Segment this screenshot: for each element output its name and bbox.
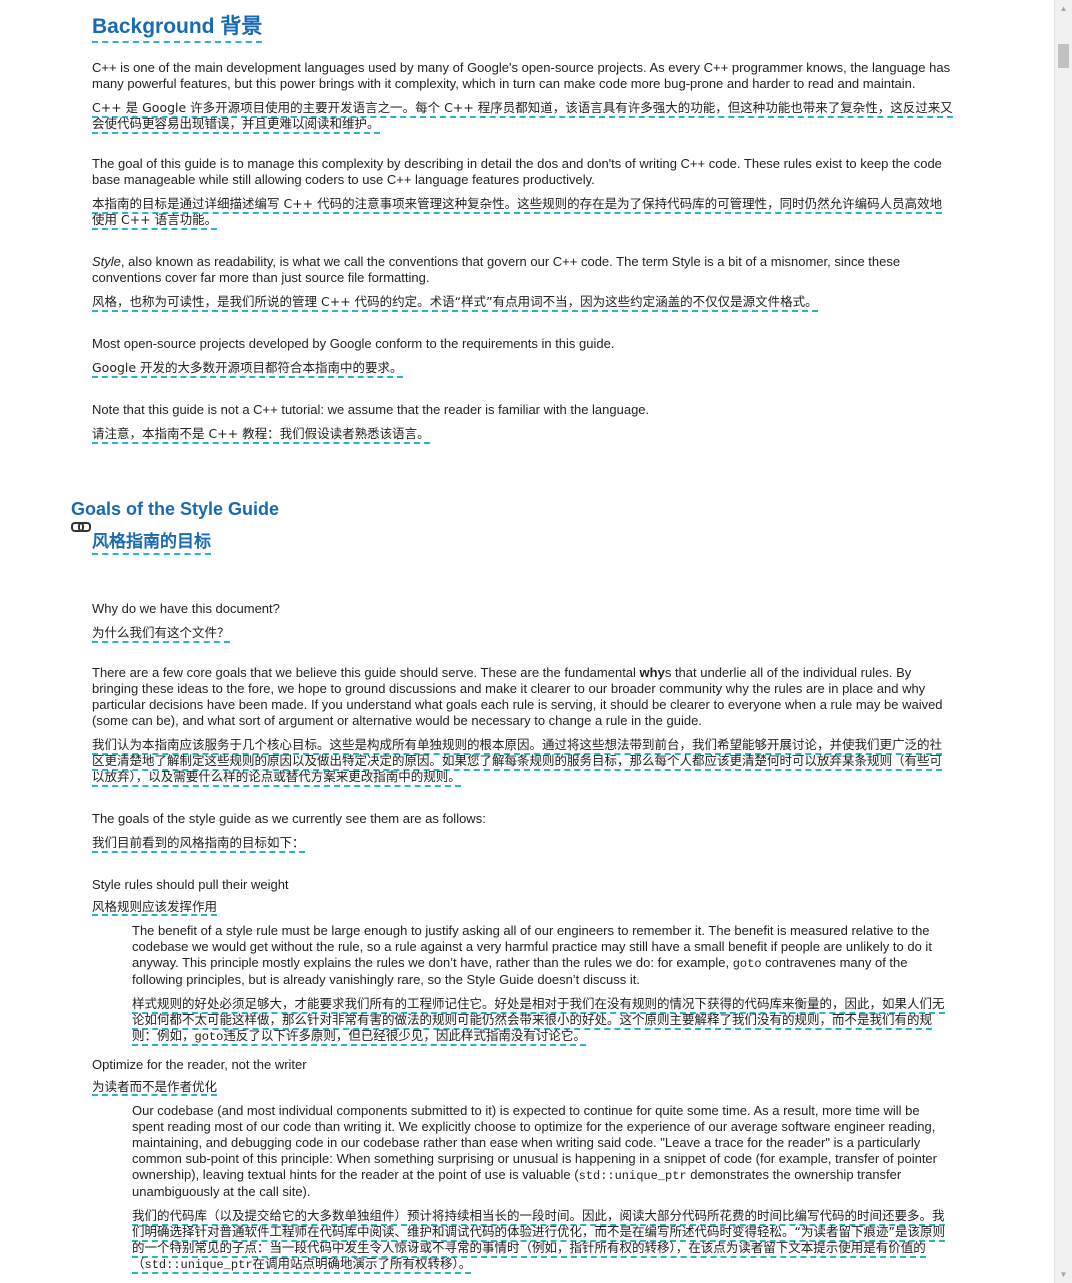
goal-description: Our codebase (and most individual compon… xyxy=(132,1103,954,1274)
goal-item: Style rules should pull their weight 风格规… xyxy=(92,877,954,1046)
core-goals-en-1: There are a few core goals that we belie… xyxy=(92,665,640,680)
goal-description-zh: 我们的代码库（以及提交给它的大多数单独组件）预计将持续相当长的一段时间。因此，阅… xyxy=(132,1208,945,1274)
background-para-5-en: Note that this guide is not a C++ tutori… xyxy=(92,402,650,417)
why-en: Why do we have this document? xyxy=(92,601,280,616)
background-para-4-en: Most open-source projects developed by G… xyxy=(92,336,615,351)
background-para-5-zh: 请注意，本指南不是 C++ 教程：我们假设读者熟悉该语言。 xyxy=(92,426,430,444)
core-goals-zh: 我们认为本指南应该服务于几个核心目标。这些是构成所有单独规则的根本原因。通过将这… xyxy=(92,737,943,787)
background-para-1-en: C++ is one of the main development langu… xyxy=(92,60,951,91)
article-content: Background 背景 C++ is one of the main dev… xyxy=(71,0,954,1274)
core-goals-en-bold: why xyxy=(639,665,665,680)
goals-heading: Goals of the Style Guide 风格指南的目标 xyxy=(71,498,933,555)
scroll-up-arrow-icon[interactable]: ▲ xyxy=(1055,0,1072,17)
current-goals-zh: 我们目前看到的风格指南的目标如下： xyxy=(92,835,305,853)
background-para-1-zh: C++ 是 Google 许多开源项目使用的主要开发语言之一。每个 C++ 程序… xyxy=(92,100,953,134)
goal-term-en: Style rules should pull their weight xyxy=(92,877,289,892)
goto-code: goto xyxy=(732,957,762,971)
goal-description-zh-2: 违反了以下许多原则，但已经很少见，因此样式指南没有讨论它。 xyxy=(223,1028,586,1043)
vertical-scrollbar[interactable]: ▲ ▼ xyxy=(1054,0,1072,1283)
why-zh: 为什么我们有这个文件？ xyxy=(92,625,230,643)
background-para-3-en-text: , also known as readability, is what we … xyxy=(92,254,901,285)
background-para-4-zh: Google 开发的大多数开源项目都符合本指南中的要求。 xyxy=(92,360,403,378)
unique-ptr-code: std::unique_ptr xyxy=(578,1169,687,1183)
link-icon[interactable] xyxy=(71,521,91,532)
core-goals-en: There are a few core goals that we belie… xyxy=(92,665,954,729)
goal-description-zh-2: 在调用站点明确地演示了所有权转移）。 xyxy=(252,1256,472,1271)
background-heading: Background 背景 xyxy=(92,12,263,43)
style-term: Style xyxy=(92,254,121,269)
goals-heading-zh: 风格指南的目标 xyxy=(92,531,211,555)
goal-item: Optimize for the reader, not the writer … xyxy=(92,1057,954,1274)
scroll-down-arrow-icon[interactable]: ▼ xyxy=(1055,1266,1072,1283)
background-para-3-zh: 风格，也称为可读性，是我们所说的管理 C++ 代码的约定。术语“样式”有点用词不… xyxy=(92,294,818,312)
background-heading-zh: 背景 xyxy=(220,14,263,38)
goal-term-zh: 风格规则应该发挥作用 xyxy=(92,899,218,916)
goal-term-en: Optimize for the reader, not the writer xyxy=(92,1057,307,1072)
current-goals-en: The goals of the style guide as we curre… xyxy=(92,811,486,826)
background-para-2-en: The goal of this guide is to manage this… xyxy=(92,156,942,187)
goal-description-en: The benefit of a style rule must be larg… xyxy=(132,923,954,988)
background-para-3-en: Style, also known as readability, is wha… xyxy=(92,254,954,286)
goto-code-zh: goto xyxy=(194,1030,224,1044)
goal-description: The benefit of a style rule must be larg… xyxy=(132,923,954,1046)
unique-ptr-code-zh: std::unique_ptr xyxy=(144,1258,253,1272)
goal-description-zh: 样式规则的好处必须足够大，才能要求我们所有的工程师记住它。好处是相对于我们在没有… xyxy=(132,996,945,1046)
goals-heading-en: Goals of the Style Guide xyxy=(71,499,280,519)
scrollbar-thumb[interactable] xyxy=(1058,44,1069,68)
goal-term-zh: 为读者而不是作者优化 xyxy=(92,1079,218,1096)
goal-description-en: Our codebase (and most individual compon… xyxy=(132,1103,954,1200)
background-para-2-zh: 本指南的目标是通过详细描述编写 C++ 代码的注意事项来管理这种复杂性。这些规则… xyxy=(92,196,943,230)
background-heading-en: Background xyxy=(92,15,215,38)
